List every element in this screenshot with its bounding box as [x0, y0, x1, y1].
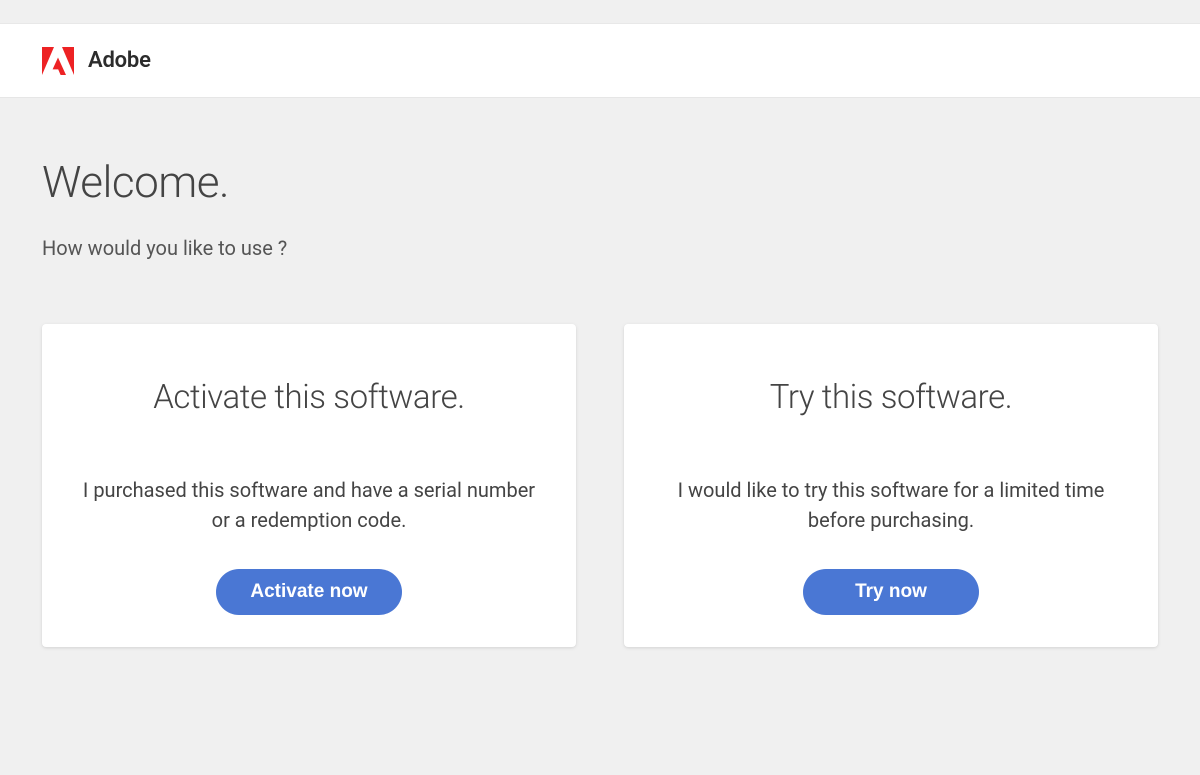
activate-now-button[interactable]: Activate now — [216, 569, 401, 615]
activate-card-description: I purchased this software and have a ser… — [74, 475, 544, 535]
activate-card: Activate this software. I purchased this… — [42, 324, 576, 647]
try-card-title: Try this software. — [770, 378, 1013, 417]
try-card-description: I would like to try this software for a … — [656, 475, 1126, 535]
top-strip — [0, 0, 1200, 24]
content: Welcome. How would you like to use ? Act… — [0, 98, 1200, 647]
header: Adobe — [0, 24, 1200, 98]
activate-card-title: Activate this software. — [153, 378, 465, 417]
page-subtitle: How would you like to use ? — [42, 236, 1158, 260]
brand-label: Adobe — [88, 48, 151, 73]
try-card: Try this software. I would like to try t… — [624, 324, 1158, 647]
cards-row: Activate this software. I purchased this… — [42, 324, 1158, 647]
page-title: Welcome. — [42, 158, 1158, 206]
try-now-button[interactable]: Try now — [803, 569, 979, 615]
adobe-logo-icon — [42, 47, 74, 75]
